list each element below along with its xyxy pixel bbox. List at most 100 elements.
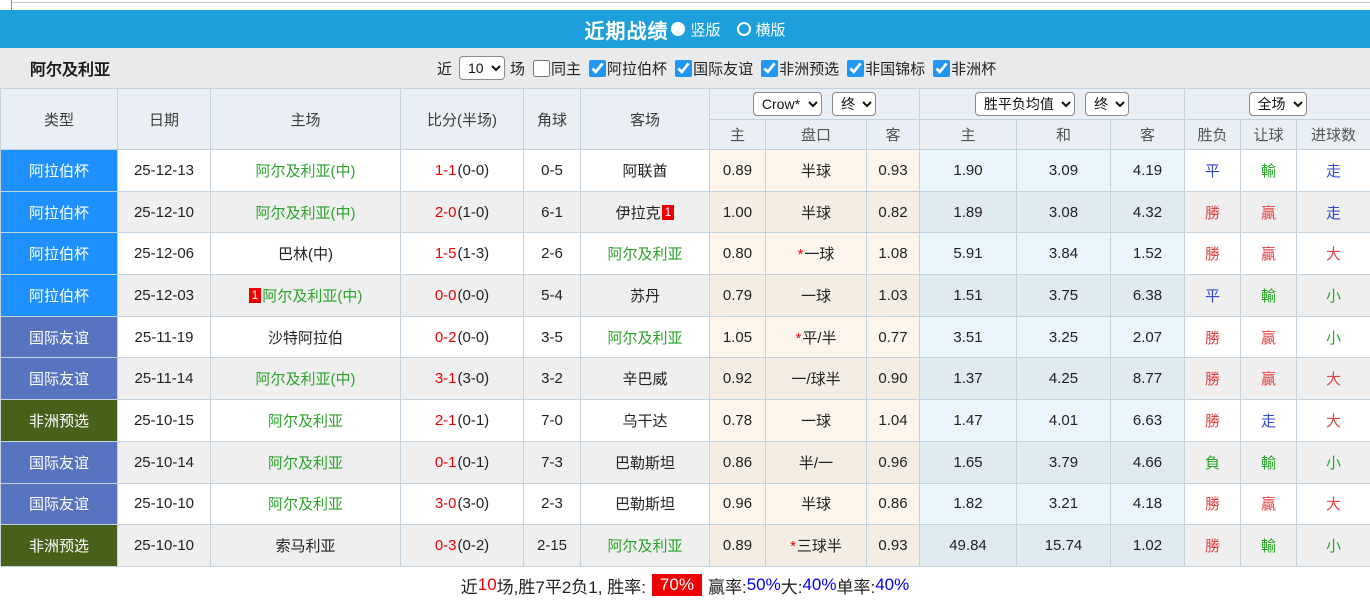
scope-select[interactable]: 全场 [1249, 92, 1307, 116]
home-team-cell: 索马利亚 [211, 525, 401, 567]
team-label: 阿尔及利亚 [607, 246, 682, 263]
section-title: 近期战绩 [584, 15, 668, 44]
near-label: 近 [437, 58, 452, 79]
asia-away-odds: 0.93 [867, 150, 920, 192]
match-type-badge: 国际友谊 [1, 316, 118, 358]
recent-results-panel: 近期战绩 竖版 横版 阿尔及利亚 近 10 场 同主阿拉伯杯国际友谊非洲预选非国… [0, 0, 1370, 603]
header-score: 比分(半场) [401, 89, 524, 150]
asia-home-odds: 0.80 [710, 233, 766, 275]
euro-draw-odds: 3.21 [1017, 483, 1111, 525]
rank-badge: 1 [662, 205, 675, 220]
summary-segment-4: 赢率: [708, 573, 747, 598]
match-row: 阿拉伯杯25-12-10阿尔及利亚(中)2-0(1-0)6-1伊拉克11.00半… [1, 191, 1370, 233]
asia-home-odds: 1.00 [710, 191, 766, 233]
euro-home-odds: 1.65 [920, 441, 1017, 483]
euro-home-odds: 1.90 [920, 150, 1017, 192]
euro-final-select[interactable]: 终 [1085, 92, 1129, 116]
match-row: 国际友谊25-10-14阿尔及利亚0-1(0-1)7-3巴勒斯坦0.86半/一0… [1, 441, 1370, 483]
asia-home-odds: 0.89 [710, 150, 766, 192]
euro-away-odds: 1.52 [1111, 233, 1185, 275]
competition-checkbox-2[interactable] [675, 60, 692, 77]
summary-segment-9: 40% [875, 575, 909, 595]
competition-checkbox-label-5[interactable]: 非洲杯 [951, 61, 996, 78]
match-type-badge: 国际友谊 [1, 483, 118, 525]
away-team-cell: 阿尔及利亚 [581, 316, 710, 358]
euro-draw-odds: 4.01 [1017, 400, 1111, 442]
competition-checkbox-5[interactable] [933, 60, 950, 77]
team-name: 阿尔及利亚 [30, 56, 110, 80]
match-date: 25-11-14 [118, 358, 211, 400]
match-row: 国际友谊25-10-10阿尔及利亚3-0(3-0)2-3巴勒斯坦0.96半球0.… [1, 483, 1370, 525]
match-type-badge: 阿拉伯杯 [1, 275, 118, 317]
competition-checkbox-label-4[interactable]: 非国锦标 [865, 61, 925, 78]
asia-odds-group-header: Crow* 终 [710, 89, 920, 120]
home-team-cell: 阿尔及利亚 [211, 441, 401, 483]
home-team-cell: 沙特阿拉伯 [211, 316, 401, 358]
result-goals: 小 [1297, 275, 1370, 317]
asia-home-odds: 0.96 [710, 483, 766, 525]
team-label: 阿尔及利亚 [268, 496, 343, 513]
layout-horizontal-label[interactable]: 横版 [756, 19, 786, 40]
team-label: 巴勒斯坦 [615, 496, 675, 513]
asia-handicap: 半球 [766, 483, 867, 525]
away-team-cell: 辛巴威 [581, 358, 710, 400]
match-type-badge: 国际友谊 [1, 441, 118, 483]
score-cell: 3-0(3-0) [401, 483, 524, 525]
asia-handicap: 一球 [766, 275, 867, 317]
euro-home-odds: 1.37 [920, 358, 1017, 400]
match-date: 25-10-10 [118, 483, 211, 525]
odds-type-select[interactable]: 胜平负均值 [975, 92, 1075, 116]
competition-checkbox-3[interactable] [761, 60, 778, 77]
match-date: 25-10-10 [118, 525, 211, 567]
euro-home-odds: 1.82 [920, 483, 1017, 525]
competition-checkbox-label-1[interactable]: 阿拉伯杯 [607, 61, 667, 78]
score-cell: 0-2(0-0) [401, 316, 524, 358]
result-outcome: 平 [1185, 150, 1241, 192]
competition-checkbox-1[interactable] [589, 60, 606, 77]
team-label: 巴林(中) [278, 246, 333, 263]
summary-segment-5: 50% [747, 575, 781, 595]
corners-cell: 2-15 [524, 525, 581, 567]
top-frame-strip [0, 0, 1370, 10]
euro-away-odds: 8.77 [1111, 358, 1185, 400]
euro-home-odds: 3.51 [920, 316, 1017, 358]
result-goals: 大 [1297, 233, 1370, 275]
team-label: 伊拉克 [616, 205, 661, 222]
home-team-cell: 阿尔及利亚(中) [211, 191, 401, 233]
team-label: 阿尔及利亚 [268, 413, 343, 430]
header-date: 日期 [118, 89, 211, 150]
team-label: 乌干达 [622, 413, 667, 430]
layout-vertical-label[interactable]: 竖版 [690, 19, 720, 40]
layout-horizontal-radio[interactable] [737, 22, 751, 36]
euro-draw-odds: 15.74 [1017, 525, 1111, 567]
home-team-cell: 阿尔及利亚 [211, 483, 401, 525]
layout-vertical-radio[interactable] [671, 22, 685, 36]
away-team-cell: 阿尔及利亚 [581, 525, 710, 567]
team-label: 阿尔及利亚(中) [262, 288, 362, 305]
euro-away-odds: 4.18 [1111, 483, 1185, 525]
competition-checkbox-label-3[interactable]: 非洲预选 [779, 61, 839, 78]
euro-home-odds: 1.47 [920, 400, 1017, 442]
result-outcome: 勝 [1185, 358, 1241, 400]
record-summary: 近10场,胜7平2负1, 胜率:70%赢率:50% 大:40% 单率:40% [0, 567, 1370, 604]
competition-checkbox-0[interactable] [533, 60, 550, 77]
score-cell: 1-1(0-0) [401, 150, 524, 192]
subheader-goals-result: 进球数 [1297, 120, 1370, 150]
subheader-euro-away: 客 [1111, 120, 1185, 150]
asia-away-odds: 0.90 [867, 358, 920, 400]
rank-badge: 1 [249, 288, 262, 303]
frame-line-horizontal [12, 2, 1370, 3]
result-outcome: 負 [1185, 441, 1241, 483]
away-team-cell: 阿尔及利亚 [581, 233, 710, 275]
euro-away-odds: 1.02 [1111, 525, 1185, 567]
result-handicap: 輸 [1241, 441, 1297, 483]
asia-final-select[interactable]: 终 [832, 92, 876, 116]
asia-home-odds: 0.78 [710, 400, 766, 442]
recent-count-select[interactable]: 10 [459, 56, 505, 80]
competition-checkbox-label-0[interactable]: 同主 [551, 61, 581, 78]
match-type-badge: 国际友谊 [1, 358, 118, 400]
asia-handicap: 一/球半 [766, 358, 867, 400]
competition-checkbox-4[interactable] [847, 60, 864, 77]
bookmaker-select[interactable]: Crow* [753, 92, 822, 116]
competition-checkbox-label-2[interactable]: 国际友谊 [693, 61, 753, 78]
